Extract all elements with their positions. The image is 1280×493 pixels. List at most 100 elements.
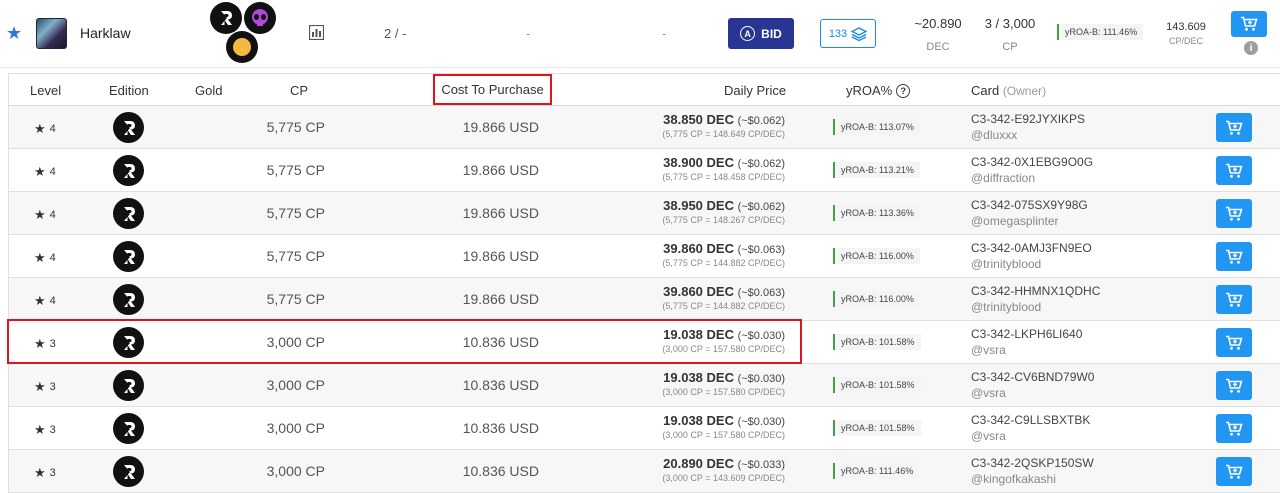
table-row[interactable]: ★ 3 3,000 CP 10.836 USD 19.038 DEC (~$0.030)…: [9, 364, 1280, 407]
price-detail: (5,775 CP = 144.882 CP/DEC): [662, 258, 785, 268]
table-row[interactable]: ★ 3 3,000 CP 10.836 USD 19.038 DEC (~$0.030)…: [9, 407, 1280, 450]
price-detail: (5,775 CP = 144.882 CP/DEC): [662, 301, 785, 311]
favorite-star-icon[interactable]: ★: [6, 24, 22, 42]
level-cell: ★ 3: [34, 379, 56, 395]
card-uid[interactable]: C3-342-LKPH6LI640: [971, 327, 1082, 341]
card-owner[interactable]: @diffraction: [971, 171, 1093, 185]
cart-icon: [1226, 163, 1243, 178]
card-name[interactable]: Harklaw: [80, 25, 131, 41]
price-dec: 19.038 DEC: [663, 327, 734, 342]
buy-cart-button[interactable]: [1216, 113, 1252, 142]
header-owner-label: (Owner): [1002, 84, 1047, 98]
buy-cart-button[interactable]: [1216, 371, 1252, 400]
price-dec: 19.038 DEC: [663, 413, 734, 428]
card-owner[interactable]: @kingofkakashi: [971, 472, 1094, 486]
info-icon[interactable]: i: [1244, 41, 1258, 55]
cost-value: 19.866 USD: [462, 248, 539, 264]
header-card[interactable]: Card (Owner): [971, 83, 1046, 98]
yroa-badge: yROA-B: 113.07%: [833, 119, 920, 135]
edition-logo-icon: [210, 2, 242, 34]
buy-cart-button[interactable]: [1231, 11, 1267, 37]
card-uid[interactable]: C3-342-0X1EBG9O0G: [971, 155, 1093, 169]
price-detail: (3,000 CP = 143.609 CP/DEC): [662, 473, 785, 483]
card-uid[interactable]: C3-342-2QSKP150SW: [971, 456, 1094, 470]
buy-cart-button[interactable]: [1216, 457, 1252, 486]
card-uid[interactable]: C3-342-CV6BND79W0: [971, 370, 1094, 384]
star-icon: ★: [34, 164, 46, 179]
card-uid[interactable]: C3-342-HHMNX1QDHC: [971, 284, 1100, 298]
table-row[interactable]: ★ 4 5,775 CP 19.866 USD 38.900 DEC (~$0.062)…: [9, 149, 1280, 192]
card-owner[interactable]: @omegasplinter: [971, 214, 1088, 228]
edition-logo-icon: [113, 456, 144, 487]
daily-price: 19.038 DEC (~$0.030) (3,000 CP = 157.580 …: [589, 327, 785, 354]
cp-value: 3,000 CP: [266, 420, 325, 436]
card-owner[interactable]: @dluxxx: [971, 128, 1085, 142]
buy-cart-button[interactable]: [1216, 156, 1252, 185]
header-gold[interactable]: Gold: [195, 83, 222, 98]
cost-value: 10.836 USD: [462, 377, 539, 393]
stack-icon: [851, 26, 868, 41]
card-owner[interactable]: @trinityblood: [971, 300, 1100, 314]
table-row[interactable]: ★ 4 5,775 CP 19.866 USD 39.860 DEC (~$0.063)…: [9, 235, 1280, 278]
level-value: 4: [49, 209, 56, 221]
price-detail: (3,000 CP = 157.580 CP/DEC): [662, 344, 785, 354]
card-uid[interactable]: C3-342-E92JYXIKPS: [971, 112, 1085, 126]
card-owner[interactable]: @vsra: [971, 429, 1090, 443]
table-row[interactable]: ★ 3 3,000 CP 10.836 USD 20.890 DEC (~$0.033)…: [9, 450, 1280, 493]
header-yroa[interactable]: yROA% ?: [846, 83, 911, 98]
price-detail: (5,775 CP = 148.267 CP/DEC): [662, 215, 785, 225]
header-edition[interactable]: Edition: [109, 83, 149, 98]
yroa-badge: yROA-B: 101.58%: [833, 334, 921, 350]
daily-price: 19.038 DEC (~$0.030) (3,000 CP = 157.580 …: [589, 413, 785, 440]
card-uid[interactable]: C3-342-075SX9Y98G: [971, 198, 1088, 212]
ratio-unit: CP/DEC: [1168, 36, 1203, 46]
buy-cart-button[interactable]: [1216, 285, 1252, 314]
cp-value: 3,000 CP: [266, 463, 325, 479]
card-cell: C3-342-075SX9Y98G @omegasplinter: [971, 198, 1088, 228]
header-cp[interactable]: CP: [290, 83, 308, 98]
level-cell: ★ 4: [34, 164, 56, 180]
stack-count-button[interactable]: 133: [820, 19, 876, 48]
table-header: Level Edition Gold CP Cost To Purchase D…: [9, 74, 1280, 106]
price-dec: 38.900 DEC: [663, 155, 734, 170]
bid-button[interactable]: A BID: [728, 18, 794, 49]
price-dec: 39.860 DEC: [663, 241, 734, 256]
buy-cart-button[interactable]: [1216, 414, 1252, 443]
table-row[interactable]: ★ 3 3,000 CP 10.836 USD 19.038 DEC (~$0.030)…: [9, 321, 1280, 364]
card-uid[interactable]: C3-342-0AMJ3FN9EO: [971, 241, 1092, 255]
star-icon: ★: [34, 465, 46, 480]
price-detail: (5,775 CP = 148.458 CP/DEC): [662, 172, 785, 182]
alien-skull-icon: [244, 2, 276, 34]
card-uid[interactable]: C3-342-C9LLSBXTBK: [971, 413, 1090, 427]
yroa-badge: yROA-B: 111.46%: [1057, 24, 1144, 40]
dec-value: ~20.890: [914, 16, 962, 31]
bid-icon: A: [740, 26, 756, 41]
cp-value: 3 / 3,000: [984, 16, 1036, 31]
buy-cart-button[interactable]: [1216, 328, 1252, 357]
table-row[interactable]: ★ 4 5,775 CP 19.866 USD 39.860 DEC (~$0.063)…: [9, 278, 1280, 321]
level-cell: ★ 4: [34, 207, 56, 223]
chart-icon[interactable]: [308, 24, 325, 45]
card-thumbnail[interactable]: [36, 18, 67, 49]
level-value: 3: [49, 338, 56, 350]
header-daily-price[interactable]: Daily Price: [724, 83, 786, 98]
cp-unit: CP: [1002, 41, 1018, 53]
card-owner[interactable]: @vsra: [971, 386, 1094, 400]
table-row[interactable]: ★ 4 5,775 CP 19.866 USD 38.850 DEC (~$0.062)…: [9, 106, 1280, 149]
daily-price: 39.860 DEC (~$0.063) (5,775 CP = 144.882 …: [589, 284, 785, 311]
buy-cart-button[interactable]: [1216, 242, 1252, 271]
buy-cart-button[interactable]: [1216, 199, 1252, 228]
table-row[interactable]: ★ 4 5,775 CP 19.866 USD 38.950 DEC (~$0.062)…: [9, 192, 1280, 235]
yroa-badge: yROA-B: 116.00%: [833, 248, 920, 264]
level-value: 4: [49, 166, 56, 178]
card-owner[interactable]: @vsra: [971, 343, 1082, 357]
header-level[interactable]: Level: [30, 83, 61, 98]
level-cell: ★ 4: [34, 250, 56, 266]
cp-value: 3,000 CP: [266, 334, 325, 350]
header-yroa-label: yROA%: [846, 83, 893, 98]
header-cost-to-purchase[interactable]: Cost To Purchase: [433, 74, 552, 105]
help-icon[interactable]: ?: [896, 83, 911, 98]
daily-price: 38.950 DEC (~$0.062) (5,775 CP = 148.267 …: [589, 198, 785, 225]
cp-value: 5,775 CP: [266, 291, 325, 307]
card-owner[interactable]: @trinityblood: [971, 257, 1092, 271]
